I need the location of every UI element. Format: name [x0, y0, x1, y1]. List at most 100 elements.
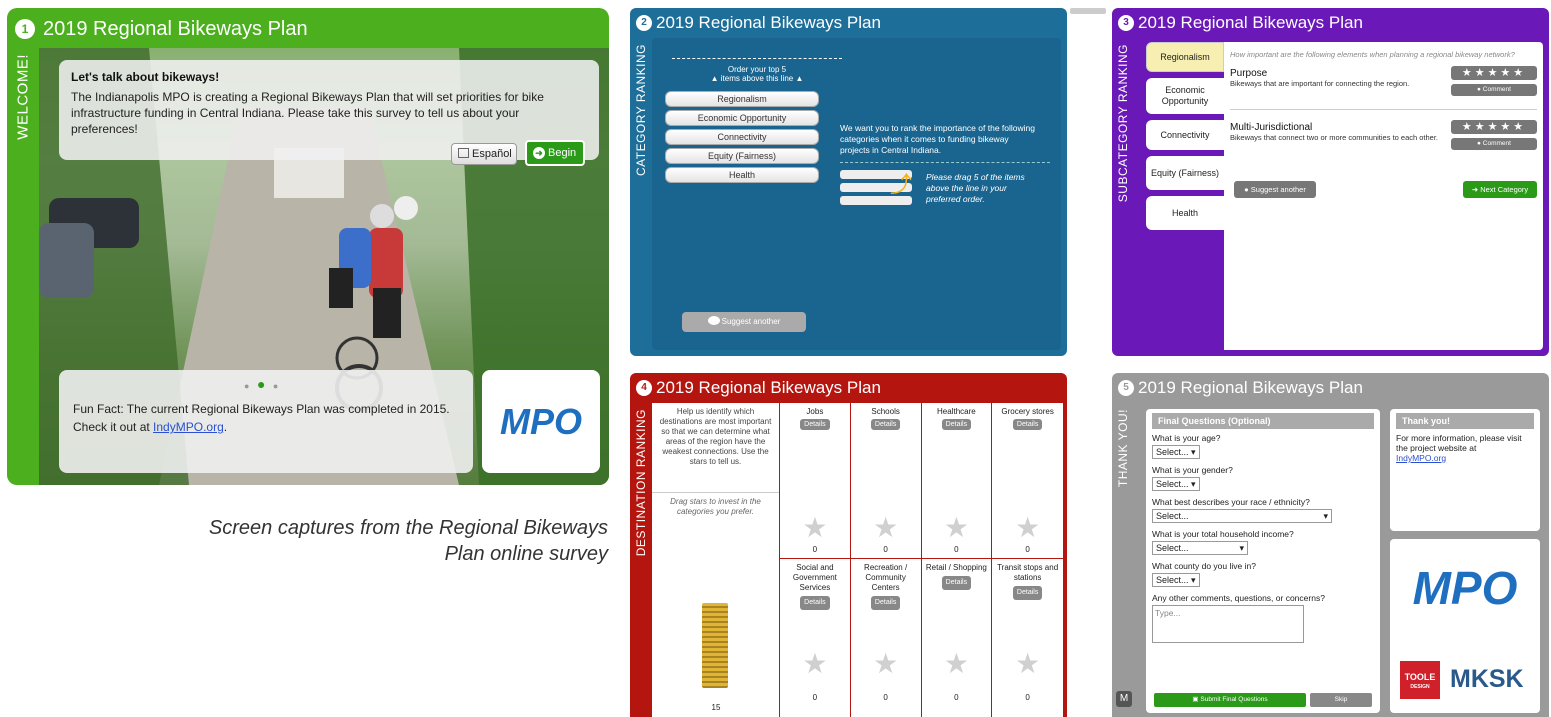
speech-bubble-icon	[707, 316, 720, 325]
content-area: How important are the following elements…	[1224, 42, 1543, 350]
rank-list: Regionalism Economic Opportunity Connect…	[665, 91, 819, 183]
gender-select[interactable]: Select... ▾	[1152, 477, 1200, 491]
panel-thank-you: 5 2019 Regional Bikeways Plan THANK YOU! …	[1112, 373, 1549, 717]
star-icon[interactable]: ★	[851, 511, 921, 544]
county-select[interactable]: Select... ▾	[1152, 573, 1200, 587]
vertical-tab-destination: DESTINATION RANKING	[634, 409, 648, 557]
intro-card: Let's talk about bikeways! The Indianapo…	[59, 60, 599, 160]
order-hint: Order your top 5 ▲ items above this line…	[672, 58, 842, 83]
age-select[interactable]: Select... ▾	[1152, 445, 1200, 459]
next-category-button[interactable]: ➜ Next Category	[1463, 181, 1537, 198]
star-icon[interactable]: ★	[922, 511, 992, 544]
rank-item[interactable]: Economic Opportunity	[665, 110, 819, 126]
star-rating[interactable]: ★★★★★	[1451, 66, 1537, 80]
caption: Screen captures from the Regional Bikewa…	[208, 517, 608, 565]
vertical-tab-thank-you: THANK YOU!	[1116, 409, 1130, 488]
tab-economic[interactable]: Economic Opportunity	[1146, 78, 1224, 114]
begin-button[interactable]: ➜ Begin	[525, 140, 585, 166]
vertical-tab-subcategory: SUBCATEGORY RANKING	[1116, 44, 1130, 203]
espanol-button[interactable]: Español	[451, 143, 517, 165]
vertical-tab-welcome: WELCOME!	[14, 54, 32, 140]
save-icon: ▣	[1192, 696, 1199, 703]
destination-cell[interactable]: Retail / Shopping Details ★ 0	[922, 559, 993, 717]
step-number: 1	[15, 19, 35, 39]
tab-regionalism[interactable]: Regionalism	[1146, 42, 1224, 72]
toole-logo: TOOLE DESIGN	[1400, 661, 1440, 699]
divider	[840, 162, 1050, 163]
title-text: 2019 Regional Bikeways Plan	[43, 18, 308, 40]
final-questions-form: Final Questions (Optional) What is your …	[1146, 409, 1380, 713]
submit-button[interactable]: ▣ Submit Final Questions	[1154, 693, 1306, 707]
star-icon[interactable]: ★	[992, 511, 1063, 544]
tab-health[interactable]: Health	[1146, 196, 1224, 230]
rank-item[interactable]: Health	[665, 167, 819, 183]
comment-button[interactable]: ● Comment	[1451, 84, 1537, 96]
destination-cell[interactable]: Schools Details ★ 0	[850, 403, 922, 559]
rank-item[interactable]: Connectivity	[665, 129, 819, 145]
income-select[interactable]: Select... ▾	[1152, 541, 1248, 555]
comment-button[interactable]: ● Comment	[1451, 138, 1537, 150]
rank-item[interactable]: Regionalism	[665, 91, 819, 107]
details-button[interactable]: Details	[870, 419, 901, 430]
star-icon[interactable]: ★	[780, 650, 850, 678]
thanks-title: Thank you!	[1396, 413, 1534, 429]
carousel-dots[interactable]: ● ● ●	[244, 376, 278, 392]
star-icon[interactable]: ★	[851, 650, 921, 678]
details-button[interactable]: Details	[800, 596, 830, 610]
destination-cell[interactable]: Social and Government Services Details ★ 0	[780, 559, 851, 717]
mpo-logo: MPO	[1412, 562, 1518, 614]
star-icon[interactable]: ★	[780, 511, 850, 544]
scrollbar-chip[interactable]	[1070, 8, 1106, 14]
arrow-right-icon: ➜	[533, 147, 545, 159]
race-select[interactable]: Select... ▾	[1152, 509, 1332, 523]
destination-cell[interactable]: Recreation / Community Centers Details ★ 0	[851, 559, 922, 717]
instructions: We want you to rank the importance of th…	[840, 123, 1035, 155]
panel-title: 2 2019 Regional Bikeways Plan	[630, 8, 1067, 38]
arrow-right-icon: ➜	[1471, 185, 1479, 194]
mksk-logo: MKSK	[1450, 665, 1524, 693]
tab-connectivity[interactable]: Connectivity	[1146, 120, 1224, 150]
destination-grid: Jobs Details ★ 0 Schools Details ★ 0 Healthcar…	[780, 403, 1063, 717]
speech-bubble-icon: ●	[1477, 140, 1481, 147]
destination-cell[interactable]: Transit stops and stations Details ★ 0	[992, 559, 1063, 717]
rank-item[interactable]: Equity (Fairness)	[665, 148, 819, 164]
panel-title: 5 2019 Regional Bikeways Plan	[1112, 373, 1549, 403]
star-icon[interactable]: ★	[922, 650, 992, 678]
star-stack-icon[interactable]	[702, 603, 728, 688]
details-button[interactable]: Details	[1012, 586, 1043, 600]
destination-cell[interactable]: Grocery stores Details ★ 0	[992, 403, 1063, 559]
details-button[interactable]: Details	[941, 576, 972, 590]
fun-fact-card: ● ● ● Fun Fact: The current Regional Bik…	[59, 370, 473, 473]
suggest-button[interactable]: ● Suggest another	[1234, 181, 1316, 198]
subcategory-item: Purpose Bikeways that are important for …	[1230, 66, 1537, 110]
skip-button[interactable]: Skip	[1310, 693, 1372, 707]
destination-cell[interactable]: Jobs Details ★ 0	[780, 403, 851, 559]
left-column: Help us identify which destinations are …	[652, 403, 780, 717]
drag-illustration-icon: ⤴	[840, 170, 912, 212]
indympo-link[interactable]: IndyMPO.org	[153, 420, 224, 434]
stack-count: 15	[711, 703, 721, 712]
book-icon	[458, 148, 469, 158]
arrow-up-icon: ▲	[710, 74, 719, 83]
content-area: Help us identify which destinations are …	[652, 403, 1063, 717]
details-button[interactable]: Details	[1012, 419, 1043, 430]
speech-bubble-icon: ●	[1244, 185, 1249, 194]
star-icon[interactable]: ★	[992, 650, 1063, 678]
details-button[interactable]: Details	[800, 419, 830, 430]
corner-logo-icon: M	[1116, 691, 1132, 707]
details-button[interactable]: Details	[870, 596, 901, 610]
destination-cell[interactable]: Healthcare Details ★ 0	[921, 403, 993, 559]
intro-heading: Let's talk about bikeways!	[71, 70, 220, 84]
intro-body: The Indianapolis MPO is creating a Regio…	[71, 90, 544, 136]
thank-you-card: Thank you! For more information, please …	[1390, 409, 1540, 531]
comments-textarea[interactable]: Type...	[1152, 605, 1304, 643]
tab-equity[interactable]: Equity (Fairness)	[1146, 156, 1224, 190]
panel-destination-ranking: 4 2019 Regional Bikeways Plan DESTINATION…	[630, 373, 1067, 717]
indympo-link[interactable]: IndyMPO.org	[1396, 453, 1446, 463]
star-rating[interactable]: ★★★★★	[1451, 120, 1537, 134]
panel-welcome: 1 2019 Regional Bikeways Plan WELCOME! L…	[7, 8, 609, 485]
suggest-button[interactable]: Suggest another	[682, 312, 806, 332]
drag-hint: Please drag 5 of the items above the lin…	[926, 172, 1025, 204]
details-button[interactable]: Details	[941, 419, 972, 430]
help-text: Help us identify which destinations are …	[652, 403, 779, 493]
